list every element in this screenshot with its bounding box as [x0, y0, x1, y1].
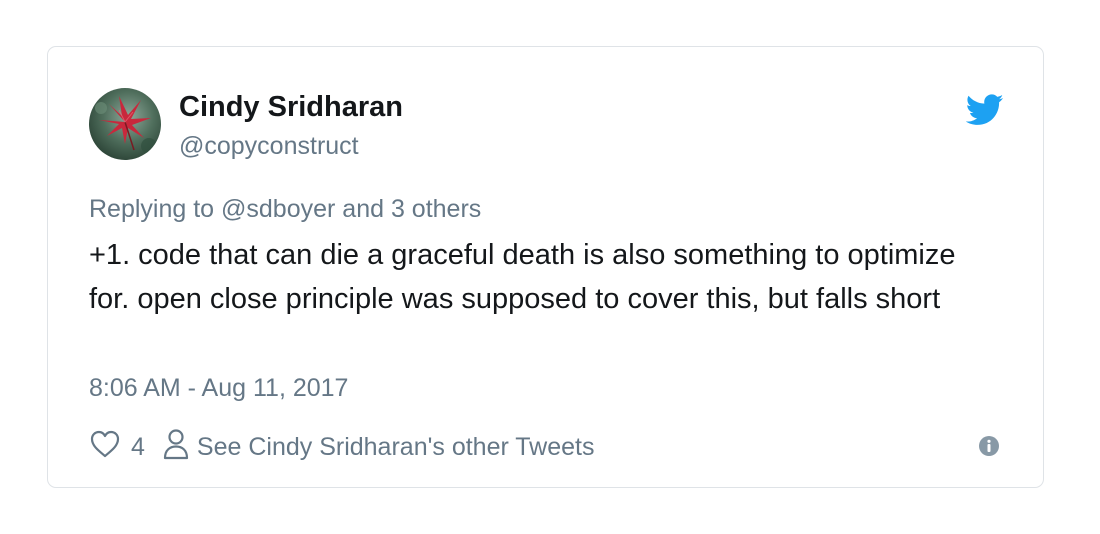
red-leaf-photo [89, 88, 161, 160]
like-button[interactable]: 4 [89, 429, 145, 466]
tweet-timestamp[interactable]: 8:06 AM - Aug 11, 2017 [89, 374, 348, 403]
author-avatar[interactable] [89, 88, 161, 160]
tweet-card: Cindy Sridharan @copyconstruct Replying … [47, 46, 1044, 488]
heart-icon [89, 429, 121, 466]
tweet-actions: 4 See Cindy Sridharan's other Tweets [89, 428, 595, 467]
other-tweets-link[interactable]: See Cindy Sridharan's other Tweets [163, 428, 595, 467]
twitter-bird-icon[interactable] [965, 94, 1004, 126]
info-icon[interactable] [978, 435, 1000, 457]
author-handle[interactable]: @copyconstruct [179, 132, 359, 161]
person-icon [163, 428, 189, 467]
author-name[interactable]: Cindy Sridharan [179, 91, 403, 124]
other-tweets-label: See Cindy Sridharan's other Tweets [196, 432, 595, 461]
like-count: 4 [131, 432, 145, 461]
reply-context[interactable]: Replying to @sdboyer and 3 others [89, 195, 481, 224]
tweet-text: +1. code that can die a graceful death i… [89, 239, 956, 315]
